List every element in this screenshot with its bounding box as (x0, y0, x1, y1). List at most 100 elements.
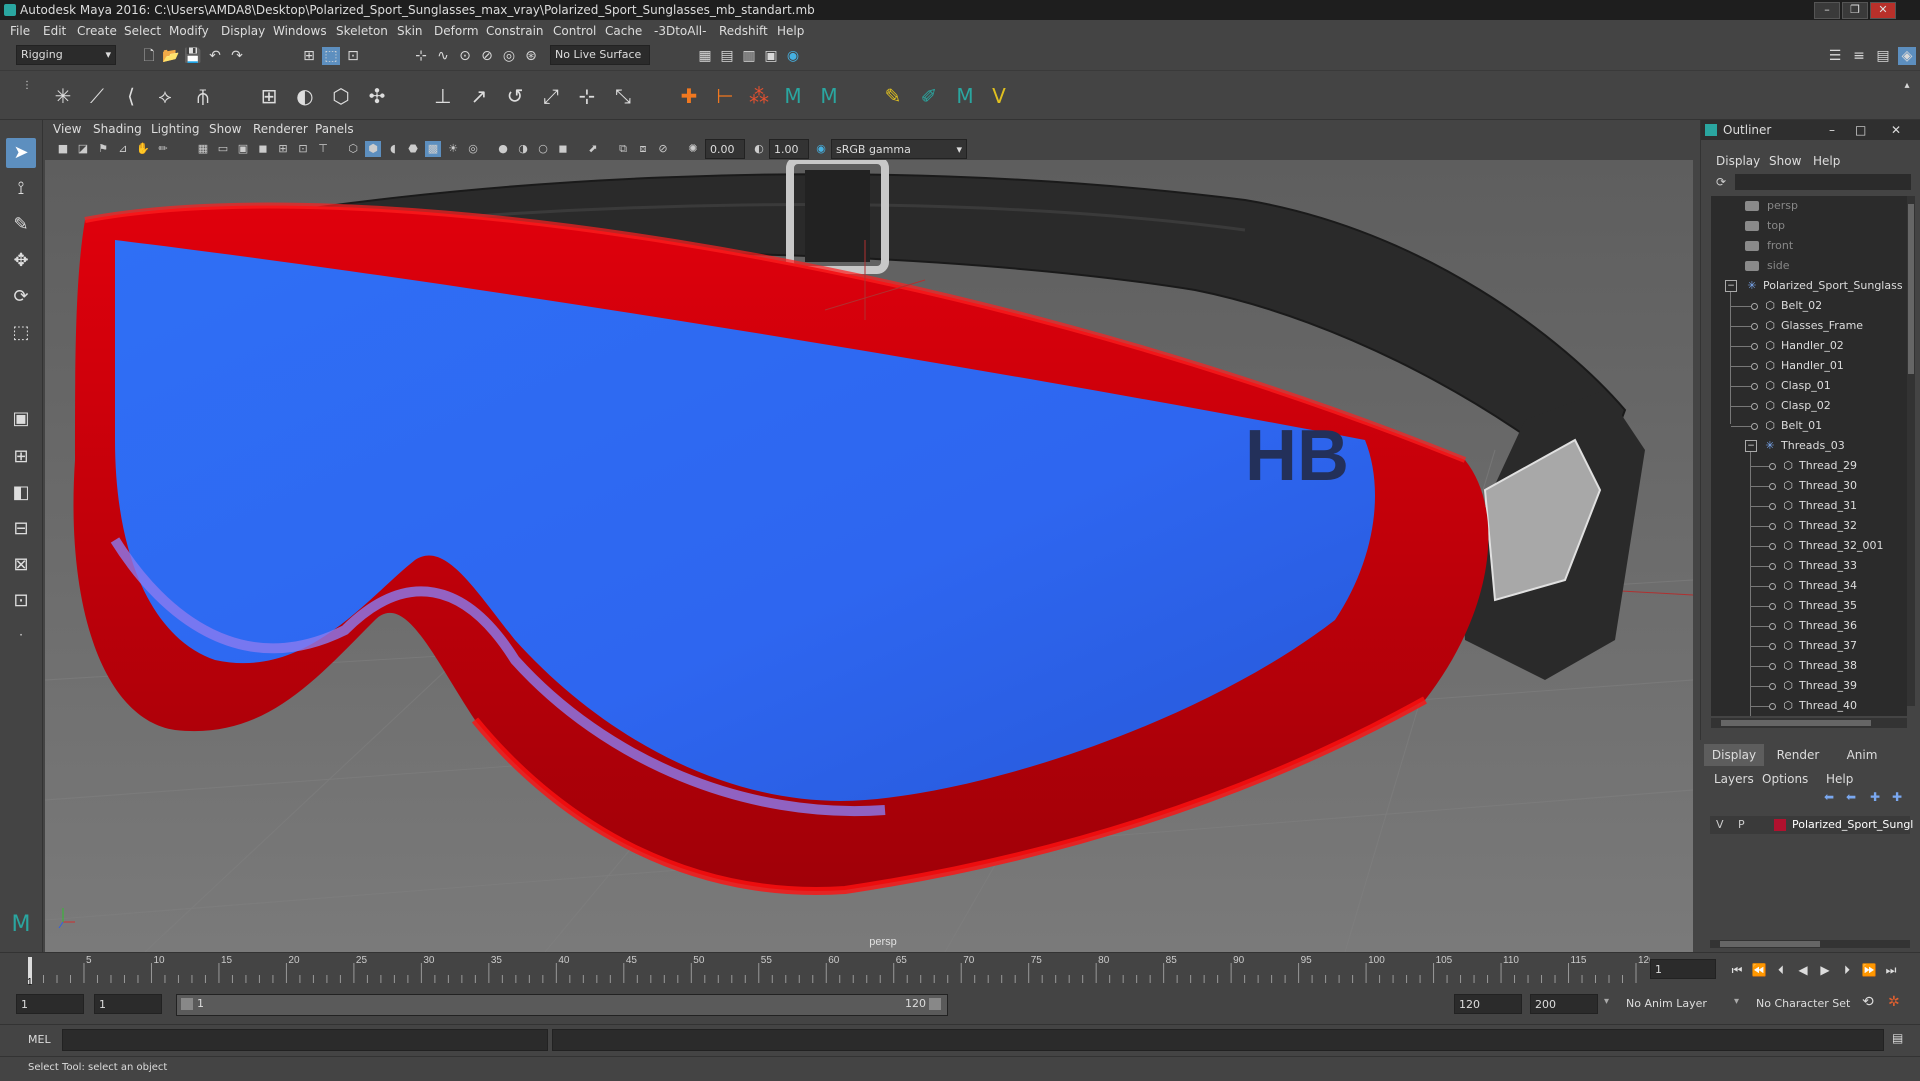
anim-layer-dropdown[interactable]: No Anim Layer (1622, 994, 1730, 1014)
parent-constraint-icon[interactable]: ⊹ (574, 83, 600, 109)
outliner-menu-show[interactable]: Show (1769, 154, 1801, 168)
animation-end-field[interactable]: 200 (1530, 994, 1598, 1014)
list-item[interactable]: top (1711, 216, 1907, 236)
list-item[interactable]: persp (1711, 196, 1907, 216)
snap-surface-icon[interactable]: ◎ (500, 47, 518, 65)
menu-edit[interactable]: Edit (43, 24, 66, 38)
outliner-hscroll-thumb[interactable] (1721, 720, 1871, 726)
outliner-maximize-icon[interactable]: □ (1855, 120, 1866, 140)
channel-box-icon[interactable]: ▤ (1874, 47, 1892, 65)
resolution-gate-icon[interactable]: ▣ (235, 141, 251, 157)
grease-pencil-icon[interactable]: ✏ (155, 141, 171, 157)
layer-name[interactable]: Polarized_Sport_Sungl (1792, 818, 1913, 831)
playback-end-field[interactable]: 120 (1454, 994, 1522, 1014)
current-frame-field[interactable]: 1 (1650, 959, 1716, 979)
nonlinear-icon[interactable]: ◐ (292, 83, 318, 109)
camera-attr-icon[interactable]: ◪ (75, 141, 91, 157)
snap-point-icon[interactable]: ⊙ (456, 47, 474, 65)
vp-menu-renderer[interactable]: Renderer (253, 122, 308, 136)
motion-blur-icon[interactable]: ◑ (515, 141, 531, 157)
close-button[interactable]: ✕ (1870, 2, 1896, 19)
scale-constraint-icon[interactable]: ⤢ (538, 83, 564, 109)
rotate-tool-icon[interactable]: ⟳ (6, 282, 36, 312)
collapse-icon[interactable]: − (1725, 280, 1737, 292)
menu-select[interactable]: Select (124, 24, 161, 38)
layers-menu-options[interactable]: Options (1762, 772, 1808, 786)
range-slider[interactable]: 1 120 (176, 994, 948, 1016)
viewport-persp[interactable]: HB persp (45, 160, 1693, 952)
orient-constraint-icon[interactable]: ↺ (502, 83, 528, 109)
wire-on-shaded-icon[interactable]: ⬣ (405, 141, 421, 157)
list-item[interactable]: ⬡ Thread_38 (1711, 656, 1907, 676)
list-item[interactable]: − ✳ Threads_03 (1711, 436, 1907, 456)
maya-shelf-a-icon[interactable]: M (780, 83, 806, 109)
list-item[interactable]: ⬡ Clasp_02 (1711, 396, 1907, 416)
ik-spline-icon[interactable]: ⟨ (118, 83, 144, 109)
new-layer-selected-icon[interactable]: ✚ (1892, 790, 1902, 804)
list-item[interactable]: ⬡ Thread_39 (1711, 676, 1907, 696)
outliner-search-input[interactable] (1735, 174, 1911, 190)
maya-shelf-c-icon[interactable]: M (952, 83, 978, 109)
outliner-close-icon[interactable]: ✕ (1891, 120, 1901, 140)
color-management-icon[interactable]: ◉ (813, 141, 829, 157)
outliner-menu-help[interactable]: Help (1813, 154, 1840, 168)
outliner-vscroll-thumb[interactable] (1908, 204, 1914, 374)
play-backward-icon[interactable]: ◀ (1794, 962, 1812, 978)
list-item[interactable]: front (1711, 236, 1907, 256)
paint-select-icon[interactable]: ✎ (6, 210, 36, 240)
list-item[interactable]: ⬡ Belt_01 (1711, 416, 1907, 436)
ik-handle-icon[interactable]: ⟋ (84, 83, 110, 109)
hik-icon[interactable]: ⁂ (746, 83, 772, 109)
list-item[interactable]: ⬡ Thread_40 (1711, 696, 1907, 716)
color-space-dropdown[interactable]: sRGB gamma ▾ (831, 139, 967, 159)
range-end-handle[interactable] (929, 998, 941, 1010)
list-item[interactable]: ⬡ Handler_02 (1711, 336, 1907, 356)
menu-modify[interactable]: Modify (169, 24, 209, 38)
gamma-field[interactable]: 1.00 (769, 139, 809, 159)
flat-shade-icon[interactable]: ◖ (385, 141, 401, 157)
menu-redshift[interactable]: Redshift (719, 24, 768, 38)
snap-live-icon[interactable]: ⊛ (522, 47, 540, 65)
exposure-field[interactable]: 0.00 (705, 139, 745, 159)
maya-shelf-b-icon[interactable]: M (816, 83, 842, 109)
list-item[interactable]: ⬡ Thread_35 (1711, 596, 1907, 616)
safe-title-icon[interactable]: ⊤ (315, 141, 331, 157)
safe-action-icon[interactable]: ⊡ (295, 141, 311, 157)
side-view-icon[interactable]: ◧ (6, 478, 36, 508)
undo-icon[interactable]: ↶ (206, 47, 224, 65)
tab-display[interactable]: Display (1704, 744, 1764, 766)
outliner-hscrollbar[interactable] (1711, 718, 1907, 728)
list-item[interactable]: ⬡ Thread_32_001 (1711, 536, 1907, 556)
maximize-button[interactable]: ❐ (1842, 2, 1868, 19)
command-input[interactable] (62, 1029, 548, 1051)
tab-render[interactable]: Render (1768, 744, 1828, 766)
layer-playback-toggle[interactable]: P (1738, 818, 1745, 831)
tab-anim[interactable]: Anim (1832, 744, 1892, 766)
sculpt-icon[interactable]: ✐ (916, 83, 942, 109)
list-item[interactable]: ⬡ Clasp_01 (1711, 376, 1907, 396)
mel-label[interactable]: MEL (28, 1033, 51, 1046)
chevron-down-icon[interactable]: ▾ (1734, 996, 1739, 1007)
layers-menu-layers[interactable]: Layers (1714, 772, 1754, 786)
go-to-end-icon[interactable]: ⏭ (1882, 962, 1900, 978)
grid-icon[interactable]: ▦ (195, 141, 211, 157)
ipr-render-icon[interactable]: ▤ (718, 47, 736, 65)
four-view-icon[interactable]: ⊞ (6, 442, 36, 472)
smooth-bind-icon[interactable]: ⟡ (152, 83, 178, 109)
paint-weights-icon[interactable]: ✎ (880, 83, 906, 109)
render-frame-icon[interactable]: ▦ (696, 47, 714, 65)
select-component-icon[interactable]: ⊡ (344, 47, 362, 65)
list-item[interactable]: ⬡ Thread_34 (1711, 576, 1907, 596)
vp-menu-panels[interactable]: Panels (315, 122, 354, 136)
time-slider[interactable]: 5 10 15 20 25 30 35 40 45 50 55 60 65 70 75 80 85 90 95 100… (0, 952, 1920, 989)
exposure-icon[interactable]: ✺ (685, 141, 701, 157)
menuset-dropdown[interactable]: Rigging ▾ (16, 45, 116, 65)
ik-fk-icon[interactable]: ⊢ (712, 83, 738, 109)
menu-3dtoall[interactable]: -3DtoAll- (654, 24, 706, 38)
outliner-view-icon[interactable]: ⊟ (6, 514, 36, 544)
locator-icon[interactable]: ✚ (676, 83, 702, 109)
list-item[interactable]: ⬡ Thread_32 (1711, 516, 1907, 536)
chevron-down-icon[interactable]: ▾ (1604, 996, 1609, 1007)
wrap-icon[interactable]: ✣ (364, 83, 390, 109)
render-view-icon[interactable]: ◉ (784, 47, 802, 65)
